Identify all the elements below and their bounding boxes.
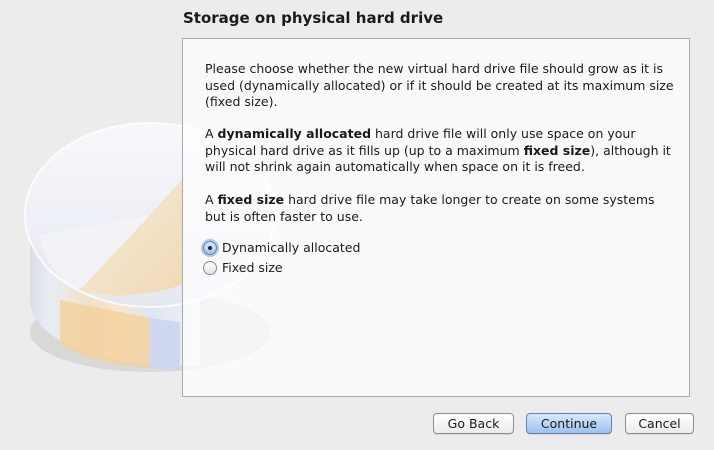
page-title: Storage on physical hard drive	[183, 9, 444, 27]
go-back-button[interactable]: Go Back	[433, 413, 514, 434]
bold-term-fixed-size: fixed size	[217, 192, 285, 207]
bold-term-dynamically-allocated: dynamically allocated	[217, 126, 372, 141]
radio-button-checked[interactable]	[203, 240, 217, 255]
intro-paragraph: Please choose whether the new virtual ha…	[205, 61, 674, 109]
fixed-explanation-paragraph: A fixed size hard drive file may take lo…	[205, 192, 675, 225]
bold-term-fixed-size: fixed size	[523, 142, 591, 158]
radio-button-unchecked[interactable]	[203, 260, 217, 275]
text-segment: A	[205, 126, 218, 141]
content-panel: Please choose whether the new virtual ha…	[182, 38, 690, 397]
cancel-button[interactable]: Cancel	[625, 413, 694, 434]
radio-label[interactable]: Dynamically allocated	[222, 240, 360, 255]
radio-option-dynamically-allocated[interactable]: Dynamically allocated	[203, 240, 360, 255]
radio-option-fixed-size[interactable]: Fixed size	[203, 260, 283, 275]
radio-dot	[208, 245, 212, 250]
text-segment: A	[205, 192, 218, 207]
dynamic-explanation-paragraph: A dynamically allocated hard drive file …	[205, 126, 675, 176]
continue-button[interactable]: Continue	[526, 413, 612, 434]
radio-label[interactable]: Fixed size	[222, 260, 283, 275]
